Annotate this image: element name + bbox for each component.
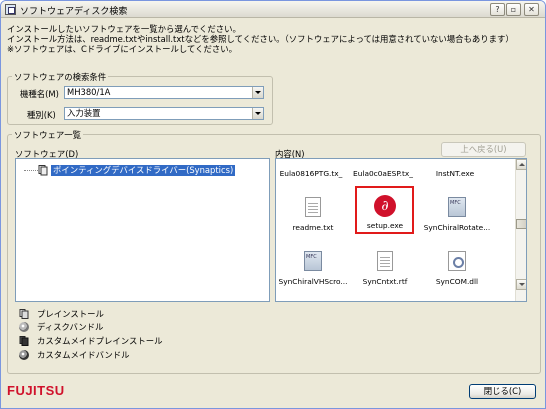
scroll-thumb[interactable]	[516, 219, 526, 229]
file-name: SynChiralVHScro...	[278, 277, 348, 286]
fujitsu-logo: FUJITSU	[7, 383, 65, 398]
chevron-down-icon[interactable]	[252, 87, 263, 98]
custom-bundle-icon	[19, 350, 29, 360]
close-button[interactable]: 閉じる(C)	[469, 384, 536, 399]
file-item[interactable]: SynCOM.dll	[422, 251, 492, 286]
disc-bundle-icon	[19, 322, 29, 332]
contents-list[interactable]: Eula0816PTG.tx_ Eula0c0aESP.tx_ InstNT.e…	[275, 158, 527, 302]
model-select[interactable]: MH380/1A	[64, 86, 264, 99]
instruction-line: インストール方法は、readme.txtやinstall.txtなどを参照してく…	[7, 34, 514, 44]
file-item[interactable]: InstNT.exe	[420, 165, 490, 178]
file-item[interactable]: readme.txt	[278, 197, 348, 232]
instructions-text: インストールしたいソフトウェアを一覧から選んでください。 インストール方法は、r…	[7, 24, 514, 54]
file-name: Eula0c0aESP.tx_	[353, 169, 413, 178]
search-group-label: ソフトウェアの検索条件	[12, 71, 109, 83]
file-item[interactable]: SynCntxt.rtf	[350, 251, 420, 286]
app-icon	[5, 4, 16, 15]
setup-highlight-box	[355, 186, 414, 234]
legend-label: プレインストール	[37, 309, 104, 319]
legend-label: カスタムメイドプレインストール	[37, 336, 163, 346]
model-value: MH380/1A	[67, 87, 111, 97]
file-item[interactable]: SynChiralVHScro...	[278, 251, 348, 286]
software-list-group-label: ソフトウェア一覧	[12, 129, 83, 141]
software-disc-search-window: ソフトウェアディスク検索 ? ▫ ✕ インストールしたいソフトウェアを一覧から選…	[0, 0, 546, 409]
instruction-line: ※ソフトウェアは、Cドライブにインストールしてください。	[7, 44, 237, 54]
mfc-icon	[448, 197, 466, 217]
up-button[interactable]: 上へ戻る(U)	[441, 142, 526, 157]
file-name: SynCOM.dll	[435, 277, 479, 286]
text-document-icon	[305, 197, 321, 217]
type-value: 入力装置	[67, 108, 101, 118]
text-document-icon	[377, 251, 393, 271]
file-item[interactable]: Eula0c0aESP.tx_	[348, 165, 418, 178]
tree-item-label: ポインティングデバイスドライバー(Synaptics)	[51, 165, 236, 176]
preinstall-icon	[19, 309, 29, 319]
file-item[interactable]: SynChiralRotate...	[422, 197, 492, 232]
file-name: Eula0816PTG.tx_	[279, 169, 343, 178]
file-name: InstNT.exe	[435, 169, 475, 178]
instruction-line: インストールしたいソフトウェアを一覧から選んでください。	[7, 24, 241, 34]
chevron-down-icon[interactable]	[252, 108, 263, 119]
dll-icon	[448, 251, 466, 271]
type-select[interactable]: 入力装置	[64, 107, 264, 120]
scroll-up-button[interactable]	[516, 159, 526, 170]
file-name: readme.txt	[292, 223, 334, 232]
file-name: SynChiralRotate...	[423, 223, 491, 232]
mfc-icon	[304, 251, 322, 271]
model-label: 機種名(M)	[20, 89, 59, 99]
minimize-button[interactable]: ▫	[506, 3, 521, 16]
software-tree[interactable]: ポインティングデバイスドライバー(Synaptics)	[15, 158, 270, 302]
vertical-scrollbar[interactable]	[515, 159, 526, 301]
help-button[interactable]: ?	[490, 3, 505, 16]
tree-connector	[24, 170, 38, 171]
file-item[interactable]: Eula0816PTG.tx_	[276, 165, 346, 178]
custom-preinstall-icon	[19, 336, 29, 346]
title-bar[interactable]: ソフトウェアディスク検索 ? ▫ ✕	[1, 1, 545, 18]
legend-label: ディスクバンドル	[37, 322, 104, 332]
legend-label: カスタムメイドバンドル	[37, 350, 130, 360]
window-title: ソフトウェアディスク検索	[20, 7, 128, 17]
preinstall-icon	[38, 165, 48, 176]
close-window-button[interactable]: ✕	[524, 3, 539, 16]
scroll-down-button[interactable]	[516, 279, 526, 290]
type-label: 種別(K)	[27, 110, 56, 120]
file-name: SynCntxt.rtf	[362, 277, 408, 286]
